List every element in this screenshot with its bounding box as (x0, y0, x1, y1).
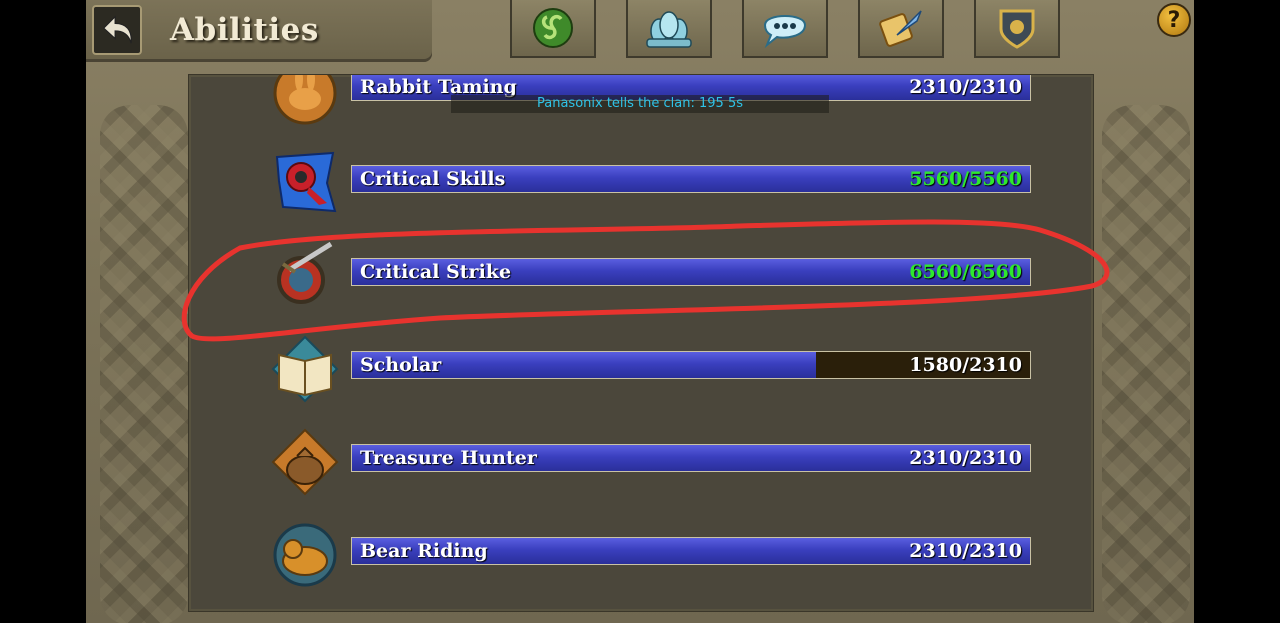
page-title: Abilities (170, 12, 319, 48)
help-button[interactable]: ? (1157, 3, 1191, 37)
skill-bar[interactable]: Bear Riding 2310/2310 (351, 537, 1031, 565)
rabbit-taming-icon (273, 75, 337, 125)
skills-tab-button[interactable] (510, 0, 596, 58)
skill-value: 2310/2310 (909, 447, 1022, 469)
celtic-knot-left-decoration (100, 105, 188, 623)
critical-skills-icon (275, 151, 337, 213)
skill-bar[interactable]: Critical Skills 5560/5560 (351, 165, 1031, 193)
clan-tab-button[interactable] (626, 0, 712, 58)
skill-value: 5560/5560 (909, 168, 1022, 190)
skill-value: 1580/2310 (909, 354, 1022, 376)
skill-row-scholar: Scholar 1580/2310 (189, 333, 1093, 413)
critical-strike-icon (277, 241, 333, 304)
scroll-quill-icon (879, 10, 922, 47)
celtic-knot-right-decoration (1102, 105, 1190, 623)
back-button[interactable] (92, 5, 142, 55)
skill-name: Treasure Hunter (360, 447, 537, 469)
skill-row-critical-skills: Critical Skills 5560/5560 (189, 147, 1093, 227)
skill-name: Critical Strike (360, 261, 512, 283)
back-arrow-icon (102, 15, 132, 44)
skill-value: 6560/6560 (909, 261, 1022, 283)
header-tab: Abilities (86, 0, 432, 62)
scholar-book-icon (271, 335, 339, 403)
speech-bubble-icon (763, 15, 807, 49)
shield-crest-icon (999, 9, 1035, 49)
skill-row-bear-riding: Bear Riding 2310/2310 (189, 519, 1093, 599)
skill-row-critical-strike: Critical Strike 6560/6560 (189, 240, 1093, 320)
triskelion-icon (533, 8, 573, 48)
abilities-panel: Rabbit Taming 2310/2310 Panasonix tells … (188, 74, 1094, 612)
skill-name: Scholar (360, 354, 442, 376)
skill-bar[interactable]: Critical Strike 6560/6560 (351, 258, 1031, 286)
chat-tab-button[interactable] (742, 0, 828, 58)
guild-tab-button[interactable] (974, 0, 1060, 58)
group-icon (646, 11, 692, 48)
treasure-bag-icon (271, 428, 339, 496)
quests-tab-button[interactable] (858, 0, 944, 58)
bear-riding-icon (273, 523, 337, 587)
skill-value: 2310/2310 (909, 76, 1022, 98)
game-screen: Abilities ? Rabbit Taming 2310/2310 Pana… (86, 0, 1194, 623)
clan-chat-notice: Panasonix tells the clan: 195 5s (451, 95, 829, 113)
skill-bar[interactable]: Scholar 1580/2310 (351, 351, 1031, 379)
skill-row-treasure-hunter: Treasure Hunter 2310/2310 (189, 426, 1093, 506)
skill-bar[interactable]: Treasure Hunter 2310/2310 (351, 444, 1031, 472)
skill-value: 2310/2310 (909, 540, 1022, 562)
skill-name: Bear Riding (360, 540, 488, 562)
skill-name: Critical Skills (360, 168, 506, 190)
